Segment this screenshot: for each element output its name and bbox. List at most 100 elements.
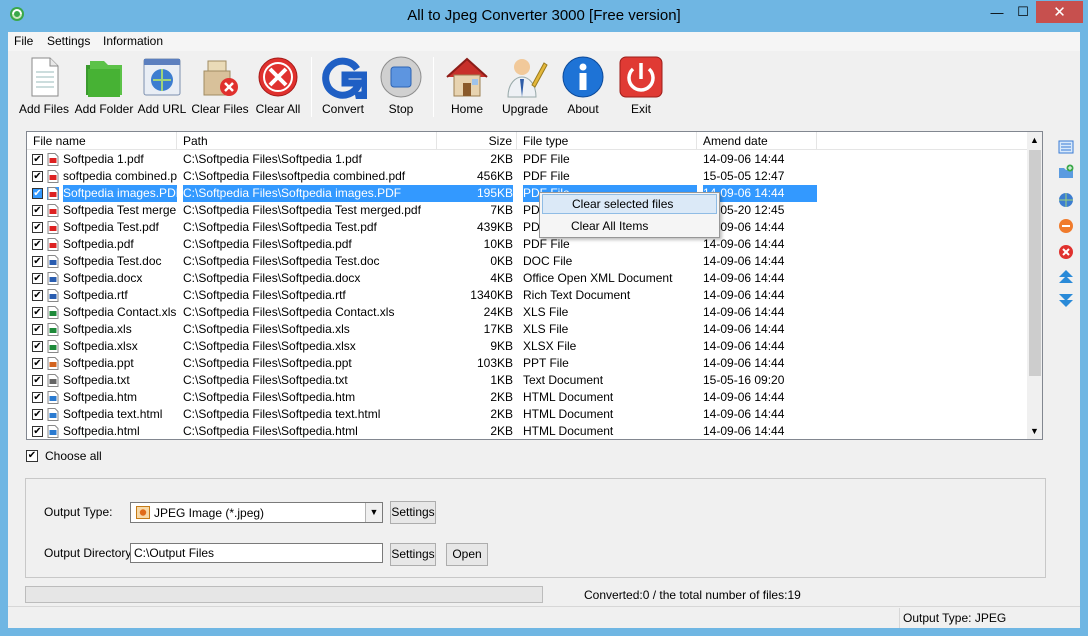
globe-icon[interactable] xyxy=(1058,192,1074,208)
cell-path: C:\Softpedia Files\Softpedia.docx xyxy=(183,271,361,285)
column-header-amend-date[interactable]: Amend date xyxy=(697,132,817,150)
scroll-down-icon[interactable]: ▼ xyxy=(1030,426,1039,436)
menu-information[interactable]: Information xyxy=(103,34,163,48)
column-header-size[interactable]: Size xyxy=(437,132,517,150)
window-border-right xyxy=(1080,32,1088,636)
table-row[interactable]: ✔ Softpedia Test.pdf C:\Softpedia Files\So… xyxy=(27,219,1027,236)
cell-path: C:\Softpedia Files\Softpedia.rtf xyxy=(183,288,346,302)
row-checkbox[interactable]: ✔ xyxy=(32,171,43,182)
pdf-file-icon xyxy=(47,221,59,234)
remove-icon[interactable] xyxy=(1058,218,1074,234)
stop-button[interactable]: Stop xyxy=(371,55,431,121)
conversion-status-text: Converted:0 / the total number of files:… xyxy=(584,588,801,602)
cell-amend-date: 14-09-06 14:44 xyxy=(703,390,785,404)
row-checkbox[interactable]: ✔ xyxy=(32,205,43,216)
chevron-down-icon[interactable]: ▼ xyxy=(365,503,382,522)
output-directory-field[interactable]: C:\Output Files xyxy=(130,543,383,563)
clear-all-button[interactable]: Clear All xyxy=(248,55,308,121)
list-scrollbar[interactable]: ▲ ▼ xyxy=(1027,132,1042,439)
output-type-settings-button[interactable]: Settings xyxy=(390,501,436,524)
toolbar-separator xyxy=(311,57,312,117)
maximize-button[interactable]: ☐ xyxy=(1010,1,1036,23)
move-up-icon[interactable] xyxy=(1058,269,1074,285)
file-list[interactable]: File name Path Size File type Amend date… xyxy=(26,131,1043,440)
column-header-path[interactable]: Path xyxy=(177,132,437,150)
add-url-button[interactable]: Add URL xyxy=(132,55,192,121)
cell-size: 7KB xyxy=(490,203,513,217)
upgrade-button[interactable]: Upgrade xyxy=(495,55,555,121)
table-row[interactable]: ✔ Softpedia text.html C:\Softpedia Files\S… xyxy=(27,406,1027,423)
table-row[interactable]: ✔ Softpedia 1.pdf C:\Softpedia Files\Softp… xyxy=(27,151,1027,168)
table-row[interactable]: ✔ Softpedia.pdf C:\Softpedia Files\Softped… xyxy=(27,236,1027,253)
row-checkbox[interactable]: ✔ xyxy=(32,256,43,267)
menu-file[interactable]: File xyxy=(14,34,33,48)
row-checkbox[interactable]: ✔ xyxy=(32,239,43,250)
cell-size: 0KB xyxy=(490,254,513,268)
table-row[interactable]: ✔ Softpedia Test.doc C:\Softpedia Files\So… xyxy=(27,253,1027,270)
row-checkbox[interactable]: ✔ xyxy=(32,188,43,199)
open-button[interactable]: Open xyxy=(446,543,488,566)
output-type-label: Output Type: xyxy=(44,505,113,519)
close-button[interactable]: ✕ xyxy=(1036,1,1083,23)
cell-file-type: DOC File xyxy=(523,254,573,268)
scroll-up-icon[interactable]: ▲ xyxy=(1030,135,1039,145)
add-folder-button[interactable]: Add Folder xyxy=(74,55,134,121)
about-button[interactable]: About xyxy=(553,55,613,121)
list-view-icon[interactable] xyxy=(1058,139,1074,155)
table-row[interactable]: ✔ Softpedia Contact.xls C:\Softpedia Files… xyxy=(27,304,1027,321)
add-url-label: Add URL xyxy=(137,102,187,116)
cell-size: 10KB xyxy=(483,237,513,251)
table-row[interactable]: ✔ Softpedia.ppt C:\Softpedia Files\Softped… xyxy=(27,355,1027,372)
row-checkbox[interactable]: ✔ xyxy=(32,375,43,386)
ctx-clear-all-items[interactable]: Clear All Items xyxy=(542,216,717,236)
table-row[interactable]: ✔ Softpedia.rtf C:\Softpedia Files\Softped… xyxy=(27,287,1027,304)
column-header-file-type[interactable]: File type xyxy=(517,132,697,150)
checkbox-icon[interactable]: ✔ xyxy=(26,450,38,462)
menu-settings[interactable]: Settings xyxy=(47,34,90,48)
title-bar[interactable]: All to Jpeg Converter 3000 [Free version… xyxy=(0,0,1088,32)
table-row[interactable]: ✔ Softpedia.html C:\Softpedia Files\Softpe… xyxy=(27,423,1027,439)
convert-button[interactable]: Convert xyxy=(313,55,373,121)
table-row[interactable]: ✔ Softpedia.xlsx C:\Softpedia Files\Softpe… xyxy=(27,338,1027,355)
home-button[interactable]: Home xyxy=(437,55,497,121)
exit-label: Exit xyxy=(630,102,651,116)
row-checkbox[interactable]: ✔ xyxy=(32,324,43,335)
clear-icon[interactable] xyxy=(1058,244,1074,260)
stop-icon xyxy=(380,56,422,98)
row-checkbox[interactable]: ✔ xyxy=(32,392,43,403)
about-icon xyxy=(562,56,604,98)
row-checkbox[interactable]: ✔ xyxy=(32,426,43,437)
table-row[interactable]: ✔ Softpedia images.PDF C:\Softpedia Files\… xyxy=(27,185,1027,202)
table-row[interactable]: ✔ softpedia combined.pdf C:\Softpedia File… xyxy=(27,168,1027,185)
cell-file-name: Softpedia.xlsx xyxy=(63,339,138,353)
window-title: All to Jpeg Converter 3000 [Free version… xyxy=(407,7,681,24)
row-checkbox[interactable]: ✔ xyxy=(32,358,43,369)
row-checkbox[interactable]: ✔ xyxy=(32,222,43,233)
cell-path: C:\Softpedia Files\Softpedia images.PDF xyxy=(183,185,437,202)
cell-amend-date: 14-09-06 14:44 xyxy=(703,254,785,268)
add-folder-small-icon[interactable] xyxy=(1058,164,1074,180)
clear-files-button[interactable]: Clear Files xyxy=(190,55,250,121)
row-checkbox[interactable]: ✔ xyxy=(32,341,43,352)
table-row[interactable]: ✔ Softpedia.docx C:\Softpedia Files\Softpe… xyxy=(27,270,1027,287)
table-row[interactable]: ✔ Softpedia.txt C:\Softpedia Files\Softped… xyxy=(27,372,1027,389)
row-checkbox[interactable]: ✔ xyxy=(32,154,43,165)
move-down-icon[interactable] xyxy=(1058,292,1074,308)
cell-path: C:\Softpedia Files\Softpedia.html xyxy=(183,424,358,438)
row-checkbox[interactable]: ✔ xyxy=(32,409,43,420)
exit-button[interactable]: Exit xyxy=(611,55,671,121)
row-checkbox[interactable]: ✔ xyxy=(32,273,43,284)
add-files-button[interactable]: Add Files xyxy=(14,55,74,121)
minimize-button[interactable]: — xyxy=(984,1,1010,23)
table-row[interactable]: ✔ Softpedia.htm C:\Softpedia Files\Softped… xyxy=(27,389,1027,406)
scrollbar-thumb[interactable] xyxy=(1029,150,1041,376)
output-directory-settings-button[interactable]: Settings xyxy=(390,543,436,566)
table-row[interactable]: ✔ Softpedia.xls C:\Softpedia Files\Softped… xyxy=(27,321,1027,338)
cell-path: C:\Softpedia Files\Softpedia.xlsx xyxy=(183,339,356,353)
table-row[interactable]: ✔ Softpedia Test merge... C:\Softpedia Fil… xyxy=(27,202,1027,219)
ctx-clear-selected-files[interactable]: Clear selected files xyxy=(542,194,717,214)
output-type-select[interactable]: JPEG Image (*.jpeg) ▼ xyxy=(130,502,383,523)
row-checkbox[interactable]: ✔ xyxy=(32,290,43,301)
row-checkbox[interactable]: ✔ xyxy=(32,307,43,318)
column-header-file-name[interactable]: File name xyxy=(27,132,177,150)
